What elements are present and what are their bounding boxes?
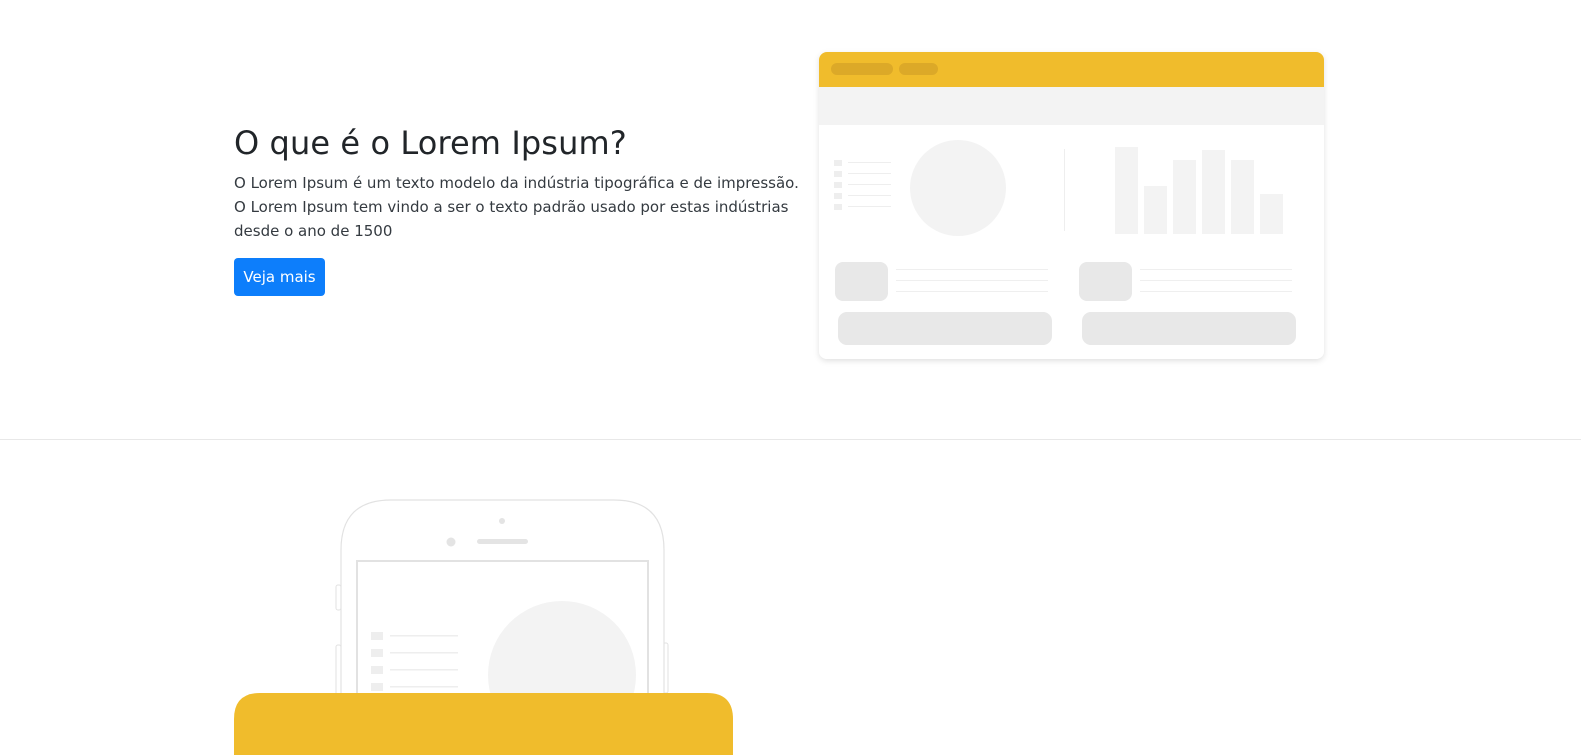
speaker-slot (477, 539, 528, 544)
pie-placeholder (910, 140, 1006, 236)
front-camera (446, 537, 456, 547)
hero-description-line: O Lorem Ipsum é um texto modelo da indús… (234, 174, 799, 192)
smartphone-illustration (335, 499, 669, 700)
dashboard-browser-illustration (819, 52, 1324, 359)
camera-dot (499, 518, 505, 524)
hero-description-line: O Lorem Ipsum tem vindo a ser o texto pa… (234, 198, 789, 216)
browser-toolbar (819, 87, 1324, 125)
wide-bar-placeholder (838, 312, 1052, 345)
see-more-button[interactable]: Veja mais (234, 258, 325, 296)
card-thumb-placeholder (1079, 262, 1132, 301)
yellow-card (234, 693, 733, 755)
hero-description-line: desde o ano de 1500 (234, 222, 393, 240)
wide-bar-placeholder (1082, 312, 1296, 345)
browser-titlebar (819, 52, 1324, 87)
hero-description: O Lorem Ipsum é um texto modelo da indús… (234, 171, 799, 243)
section-divider (0, 439, 1581, 440)
card-thumb-placeholder (835, 262, 888, 301)
page-title: O que é o Lorem Ipsum? (234, 124, 627, 162)
